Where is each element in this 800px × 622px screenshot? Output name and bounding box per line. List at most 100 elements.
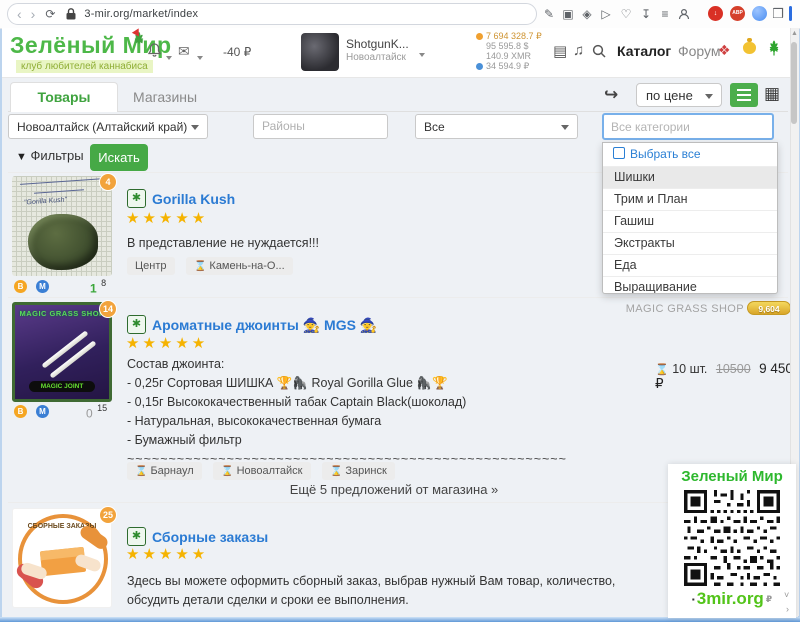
camera-icon[interactable]: ▣	[560, 7, 576, 21]
share-icon[interactable]: ↪	[604, 85, 618, 105]
dropdown-item[interactable]: Еда	[603, 254, 777, 276]
blue-extension-icon[interactable]	[752, 6, 767, 21]
calculator-icon[interactable]: ▤	[553, 42, 567, 60]
grid-view-button[interactable]: ▦	[764, 84, 780, 104]
tag[interactable]: Центр	[127, 257, 175, 275]
leaf-badge-icon: ✱	[127, 189, 146, 208]
music-icon[interactable]: ♫	[573, 42, 584, 59]
menu-lines-icon[interactable]: ≡	[657, 7, 673, 21]
product-description: В представление не нуждается!!!	[127, 236, 319, 250]
stock-value: 10 шт.	[672, 362, 707, 376]
product-image[interactable]: MAGIC GRASS SHOP MAGIC JOINT	[12, 302, 112, 402]
search-icon[interactable]	[592, 44, 606, 58]
bell-caret-icon[interactable]	[163, 49, 172, 67]
rate-alt: 34 594.9 ₽	[476, 61, 542, 71]
send-icon[interactable]: ▷	[598, 7, 614, 21]
select-all-option[interactable]: Выбрать все	[603, 143, 777, 166]
extension-download-icon[interactable]: ↓	[708, 6, 723, 21]
hourglass-icon: ⌛	[221, 466, 233, 477]
balance-value[interactable]: -40 ₽	[223, 45, 251, 59]
dropdown-item[interactable]: Гашиш	[603, 210, 777, 232]
categories-input[interactable]	[602, 113, 774, 140]
back-icon[interactable]: ‹	[17, 7, 22, 21]
nav-catalog[interactable]: Каталог	[617, 43, 671, 59]
nav-forum[interactable]: Форум	[678, 43, 721, 59]
filters-toggle[interactable]: ▼ Фильтры	[16, 148, 84, 163]
tab-products[interactable]: Товары	[10, 82, 118, 112]
adblock-icon[interactable]: ABP	[730, 6, 745, 21]
next-chevron-icon[interactable]: ›	[786, 604, 789, 614]
tag[interactable]: ⌛Новоалтайск	[213, 462, 310, 480]
user-name[interactable]: ShotgunK...	[346, 37, 409, 51]
user-menu-caret-icon[interactable]	[416, 46, 425, 64]
dropdown-item[interactable]: Экстракты	[603, 232, 777, 254]
url-bar[interactable]: ‹ › ⟳ 3-mir.org/market/index	[7, 3, 537, 25]
search-button[interactable]: Искать	[90, 144, 148, 171]
sort-select[interactable]: по цене	[636, 83, 722, 107]
cannabis-leaf-icon[interactable]	[765, 40, 783, 57]
lock-icon	[66, 8, 76, 20]
collapse-chevron-icon[interactable]: ˅	[784, 590, 789, 600]
url-text[interactable]: 3-mir.org/market/index	[84, 8, 198, 20]
list-view-button[interactable]	[730, 83, 758, 107]
product-title[interactable]: Ароматные джоинты 🧙 MGS 🧙	[152, 317, 377, 334]
chevron-down-icon	[705, 94, 713, 99]
download-icon[interactable]: ↧	[638, 7, 654, 21]
dropdown-item[interactable]: Трим и План	[603, 188, 777, 210]
messages-envelope-icon[interactable]: ✉	[178, 43, 190, 60]
compose-icon[interactable]: ✎	[541, 7, 557, 21]
product-image[interactable]: "Gorilla Kush"	[12, 176, 112, 276]
avatar[interactable]	[301, 33, 339, 71]
rate-xmr: 140.9 XMR	[476, 51, 542, 61]
notifications-bell-icon[interactable]	[148, 43, 161, 57]
product-image[interactable]: СБОРНЫЕ ЗАКАЗЫ	[12, 508, 112, 608]
heart-icon[interactable]: ♡	[618, 7, 634, 21]
product-title[interactable]: Сборные заказы	[152, 529, 268, 545]
scrollbar-thumb[interactable]	[791, 42, 797, 124]
browser-toolbar: ‹ › ⟳ 3-mir.org/market/index ✎ ▣ ◈ ▷ ♡ ↧…	[0, 0, 800, 29]
hourglass-icon: ⌛	[194, 261, 206, 272]
chevron-down-icon	[561, 125, 569, 130]
more-offers-link[interactable]: Ещё 5 предложений от магазина »	[8, 482, 780, 497]
exchange-rates: 7 694 328.7 ₽ 95 595.8 $ 140.9 XMR 34 59…	[476, 31, 542, 71]
tag[interactable]: ⌛Камень-на-О...	[186, 257, 293, 275]
qr-code	[684, 490, 780, 586]
user-city: Новоалтайск	[346, 52, 406, 63]
money-bag-icon[interactable]	[743, 42, 756, 54]
type-select[interactable]: Все	[415, 114, 578, 139]
image-shop-name: MAGIC GRASS SHOP	[15, 309, 109, 318]
shop-name[interactable]: MAGIC GRASS SHOP	[560, 303, 744, 315]
extensions-cube-icon[interactable]: ❒	[770, 7, 786, 21]
qr-site-link[interactable]: ▪3mir.org₽	[668, 589, 796, 609]
rating-stars: ★★★★★	[126, 209, 208, 227]
tab-shops[interactable]: Магазины	[133, 89, 197, 105]
districts-input[interactable]	[253, 114, 388, 139]
forward-icon[interactable]: ›	[31, 7, 36, 21]
profile-icon[interactable]	[678, 8, 690, 20]
likes-counter: 0 15	[86, 403, 107, 422]
leaf-badge-icon: ✱	[127, 527, 146, 546]
dropdown-item[interactable]: Шишки	[603, 166, 777, 188]
checkbox-icon[interactable]	[613, 147, 625, 159]
image-label: MAGIC JOINT	[29, 381, 95, 392]
dropdown-item[interactable]: Выращивание	[603, 276, 777, 294]
scroll-up-icon[interactable]: ▲	[791, 30, 798, 37]
product-description: Здесь вы можете оформить сборный заказ, …	[127, 572, 667, 610]
altcoin-icon	[476, 63, 483, 70]
tabbar-divider	[8, 111, 788, 112]
tags-row: ⌛Барнаул ⌛Новоалтайск ⌛Заринск	[127, 461, 402, 480]
reload-icon[interactable]: ⟳	[45, 7, 55, 21]
envelope-caret-icon[interactable]	[194, 49, 203, 67]
product-title[interactable]: Gorilla Kush	[152, 191, 235, 207]
price-line: ⌛ 10 шт. 10500 9 450 ₽	[655, 361, 800, 392]
list-view-icon	[737, 89, 751, 101]
browser-window: ‹ › ⟳ 3-mir.org/market/index ✎ ▣ ◈ ▷ ♡ ↧…	[0, 0, 800, 622]
tag[interactable]: ⌛Барнаул	[127, 462, 202, 480]
logo-subtitle: клуб любителей каннабиса	[16, 60, 153, 73]
offer-count-badge: 14	[100, 301, 116, 317]
tag[interactable]: ⌛Заринск	[322, 462, 395, 480]
shield-icon[interactable]: ◈	[579, 7, 595, 21]
site-header: Зелёный Мир клуб любителей каннабиса ✉ -…	[2, 28, 798, 78]
city-select[interactable]: Новоалтайск (Алтайский край)	[8, 114, 208, 139]
community-icon[interactable]: ❖	[718, 42, 731, 59]
